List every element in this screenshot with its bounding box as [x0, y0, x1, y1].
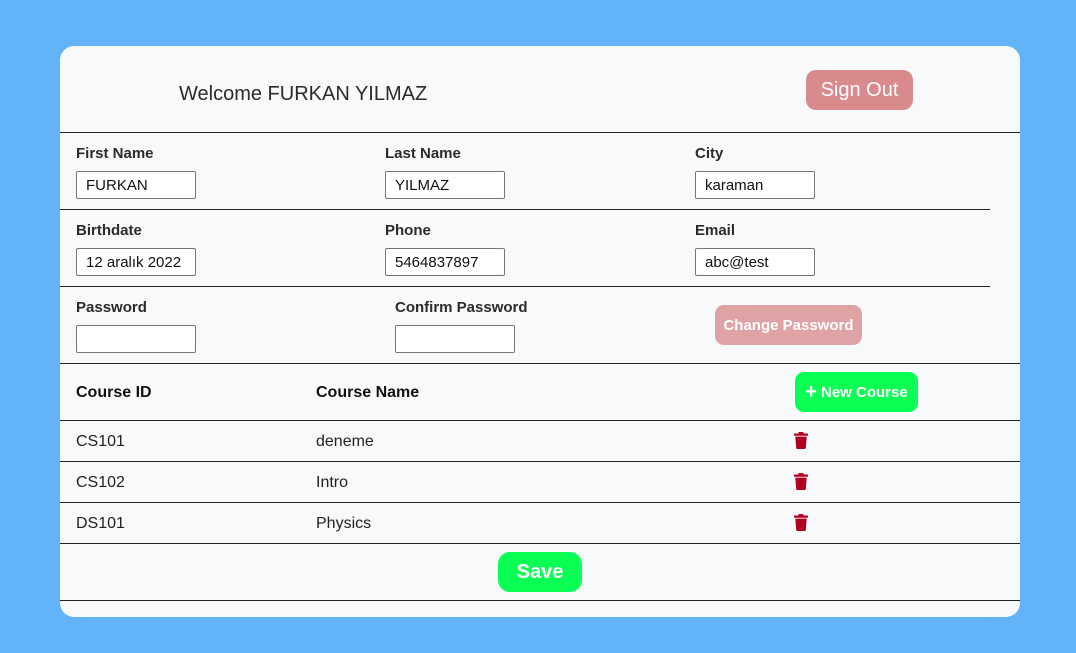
password-input[interactable]: [76, 325, 196, 353]
password-field: Password: [76, 299, 196, 353]
city-field: City: [695, 145, 815, 199]
change-password-button[interactable]: Change Password: [715, 305, 862, 345]
birthdate-input[interactable]: [76, 248, 196, 276]
first-name-field: First Name: [76, 145, 196, 199]
course-name-cell: Intro: [316, 474, 349, 491]
phone-field: Phone: [385, 222, 505, 276]
trash-icon[interactable]: [794, 432, 808, 449]
first-name-label: First Name: [76, 145, 154, 162]
table-row: CS101 deneme: [60, 421, 1020, 462]
header: Welcome FURKAN YILMAZ Sign Out: [60, 46, 1020, 133]
plus-icon: +: [805, 381, 817, 403]
city-label: City: [695, 145, 724, 162]
birthdate-label: Birthdate: [76, 222, 142, 239]
email-label: Email: [695, 222, 736, 239]
phone-label: Phone: [385, 222, 431, 239]
email-input[interactable]: [695, 248, 815, 276]
form-row-names: First Name Last Name City: [60, 133, 990, 210]
course-id-header: Course ID: [76, 384, 152, 401]
course-id-cell: CS102: [76, 474, 125, 491]
course-id-cell: CS101: [76, 433, 125, 450]
birthdate-field: Birthdate: [76, 222, 196, 276]
form-row-password: Password Confirm Password Change Passwor…: [60, 287, 1020, 364]
course-id-cell: DS101: [76, 515, 125, 532]
table-row: CS102 Intro: [60, 462, 1020, 503]
trash-icon[interactable]: [794, 514, 808, 531]
first-name-input[interactable]: [76, 171, 196, 199]
confirm-password-field: Confirm Password: [395, 299, 528, 353]
trash-icon[interactable]: [794, 473, 808, 490]
email-field: Email: [695, 222, 815, 276]
course-table-header: Course ID Course Name + New Course: [60, 364, 1020, 421]
course-name-cell: Physics: [316, 515, 372, 532]
confirm-password-label: Confirm Password: [395, 299, 528, 316]
form-row-contact: Birthdate Phone Email: [60, 210, 990, 287]
last-name-field: Last Name: [385, 145, 505, 199]
new-course-button[interactable]: + New Course: [795, 372, 918, 412]
profile-card: Welcome FURKAN YILMAZ Sign Out First Nam…: [60, 46, 1020, 617]
phone-input[interactable]: [385, 248, 505, 276]
course-name-header: Course Name: [316, 384, 420, 401]
new-course-label: New Course: [820, 383, 908, 401]
table-row: DS101 Physics: [60, 503, 1020, 544]
footer: Save: [60, 544, 1020, 601]
last-name-label: Last Name: [385, 145, 461, 162]
last-name-input[interactable]: [385, 171, 505, 199]
sign-out-button[interactable]: Sign Out: [806, 70, 913, 110]
course-name-cell: deneme: [316, 433, 374, 450]
password-label: Password: [76, 299, 147, 316]
city-input[interactable]: [695, 171, 815, 199]
save-button[interactable]: Save: [498, 552, 582, 592]
confirm-password-input[interactable]: [395, 325, 515, 353]
welcome-text: Welcome FURKAN YILMAZ: [179, 83, 428, 105]
